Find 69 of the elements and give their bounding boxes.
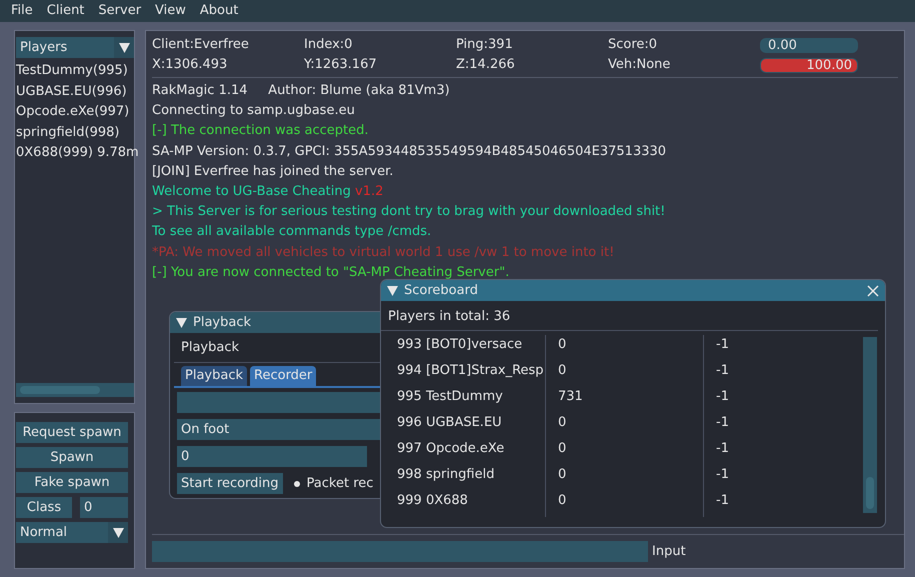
bullet-icon xyxy=(294,480,300,486)
chat-input-field[interactable] xyxy=(152,541,648,562)
chat-line: [-] The connection was accepted. xyxy=(152,122,370,140)
chat-line: RakMagic 1.14 Author: Blume (aka 81Vm3) xyxy=(152,82,451,100)
window-title: Playback xyxy=(193,314,252,332)
table-cell-text: 998 springfield xyxy=(396,466,496,484)
close-icon[interactable] xyxy=(867,284,879,296)
menu-item[interactable]: View xyxy=(148,0,193,22)
status-label: Veh:None xyxy=(608,56,672,74)
table-cell: 0 xyxy=(545,439,703,465)
packet-status: Packet rec xyxy=(306,474,374,492)
status-label: Z:14.266 xyxy=(456,56,516,74)
status-label: Y:1263.167 xyxy=(304,56,378,74)
table-cell-text: 995 TestDummy xyxy=(396,388,504,406)
dropdown-arrow-icon xyxy=(118,42,130,52)
table-cell: 0 xyxy=(545,335,703,361)
window-title: Scoreboard xyxy=(404,282,478,300)
armor-reading: 0.00 xyxy=(768,38,797,53)
collapse-arrow-icon xyxy=(387,286,398,296)
spawn-button[interactable]: Request spawn xyxy=(16,422,128,443)
players-dropdown[interactable]: Players xyxy=(16,37,134,58)
menu-item[interactable]: Server xyxy=(91,0,148,22)
chat-line: [-] You are now connected to "SA-MP Cheating Server". xyxy=(152,264,510,282)
status-label: Index:0 xyxy=(304,36,354,54)
table-cell: 0 xyxy=(545,361,703,387)
tab[interactable]: Recorder xyxy=(250,366,316,386)
chat-line: To see all available commands type /cmds. xyxy=(152,223,432,242)
mode-dropdown[interactable]: Normal xyxy=(16,522,128,543)
chat-line: > This Server is for serious testing dont try to brag with your downloaded shit! xyxy=(152,203,666,222)
input-label: Input xyxy=(652,542,686,560)
table-cell-text: 993 [BOT0]versace xyxy=(396,336,524,354)
collapse-arrow-icon xyxy=(176,318,187,328)
table-cell: 0 xyxy=(545,465,703,491)
table-cell: 0 xyxy=(545,491,703,517)
status-label: X:1306.493 xyxy=(152,56,228,74)
player-list-item[interactable]: springfield(998) xyxy=(16,122,134,143)
players-total: Players in total: 36 xyxy=(388,309,510,324)
table-cell-text: 994 [BOT1]Strax_Resp xyxy=(396,362,545,380)
status-label: Ping:391 xyxy=(456,36,514,54)
menu-item[interactable]: About xyxy=(192,0,246,22)
class-input[interactable]: 0 xyxy=(80,497,128,518)
table-cell: 731 xyxy=(545,387,703,413)
player-list-item[interactable]: TestDummy(995) xyxy=(16,61,134,82)
table-cell-text: 999 0X688 xyxy=(396,492,469,510)
horizontal-scrollbar[interactable] xyxy=(16,383,134,397)
health-reading: 100.00 xyxy=(806,58,852,73)
table-cell-text: 997 Opcode.eXe xyxy=(396,440,506,458)
section-header: Playback xyxy=(181,340,240,355)
tab[interactable]: Playback xyxy=(181,366,248,386)
chat-line: Connecting to samp.ugbase.eu xyxy=(152,102,356,120)
chat-line: *PA: We moved all vehicles to virtual world 1 use /vw 1 to move into it! xyxy=(152,244,616,262)
vertical-scrollbar[interactable] xyxy=(863,337,877,513)
table-cell: 0 xyxy=(545,413,703,439)
class-button[interactable]: Class xyxy=(16,497,72,518)
scoreboard-title-bar[interactable]: Scoreboard xyxy=(381,280,885,301)
spawn-button[interactable]: Fake spawn xyxy=(16,472,128,493)
spawn-button[interactable]: Spawn xyxy=(16,447,128,468)
status-label: Client:Everfree xyxy=(152,36,250,54)
menu-item[interactable]: Client xyxy=(40,0,92,22)
chat-line: Welcome to UG-Base Cheating v1.2 xyxy=(152,183,384,202)
chat-line: [JOIN] Everfree has joined the server. xyxy=(152,162,394,181)
player-list-item[interactable]: Opcode.eXe(997) xyxy=(16,102,134,122)
start-recording-button[interactable]: Start recording xyxy=(177,473,283,494)
player-list-item[interactable]: UGBASE.EU(996) xyxy=(16,82,134,102)
dropdown-arrow-icon xyxy=(112,528,124,538)
chat-line: SA-MP Version: 0.3.7, GPCI: 355A593448535549594B48545046504E37513330 xyxy=(152,142,668,161)
status-label: Score:0 xyxy=(608,36,658,54)
goal-player-field[interactable]: 0 xyxy=(177,446,367,467)
menu-item[interactable]: File xyxy=(4,0,40,22)
